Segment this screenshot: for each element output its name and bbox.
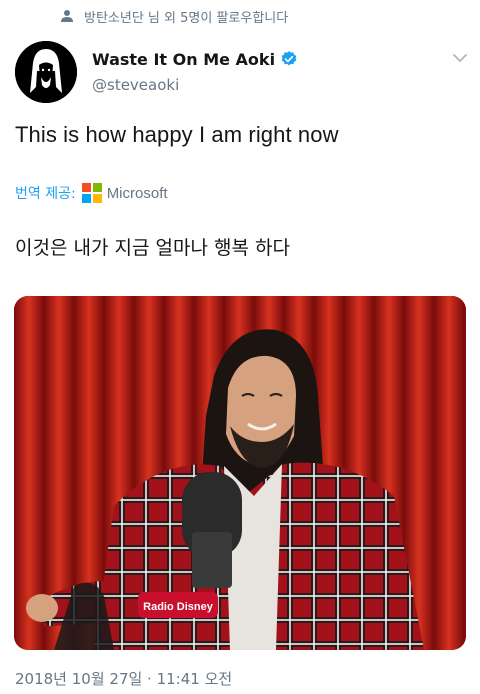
social-context-text: 방탄소년단 님 외 5명이 팔로우합니다	[84, 10, 289, 26]
avatar[interactable]	[15, 41, 77, 103]
social-context[interactable]: 방탄소년단 님 외 5명이 팔로우합니다	[60, 6, 288, 26]
mic-flag-label: Radio Disney	[143, 601, 214, 613]
author-block[interactable]: Waste It On Me Aoki @steveaoki	[92, 48, 298, 94]
tweet-photo[interactable]: Radio Disney	[14, 296, 466, 650]
microsoft-logo-icon	[81, 183, 102, 203]
translation-attribution[interactable]: 번역 제공: Microsoft	[15, 182, 168, 204]
display-name[interactable]: Waste It On Me Aoki	[92, 50, 275, 69]
chevron-down-icon[interactable]	[452, 52, 468, 64]
translation-label[interactable]: 번역 제공:	[15, 183, 76, 203]
translated-text: 이것은 내가 지금 얼마나 행복 하다	[15, 237, 290, 259]
photo-image: Radio Disney	[14, 296, 466, 650]
handle[interactable]: @steveaoki	[92, 76, 298, 94]
tweet-text: This is how happy I am right now	[15, 122, 339, 147]
person-icon	[61, 10, 73, 22]
timestamp[interactable]: 2018년 10월 27일 · 11:41 오전	[15, 668, 232, 689]
avatar-image	[15, 41, 77, 103]
verified-badge-icon	[281, 51, 297, 66]
translation-provider: Microsoft	[106, 184, 168, 202]
